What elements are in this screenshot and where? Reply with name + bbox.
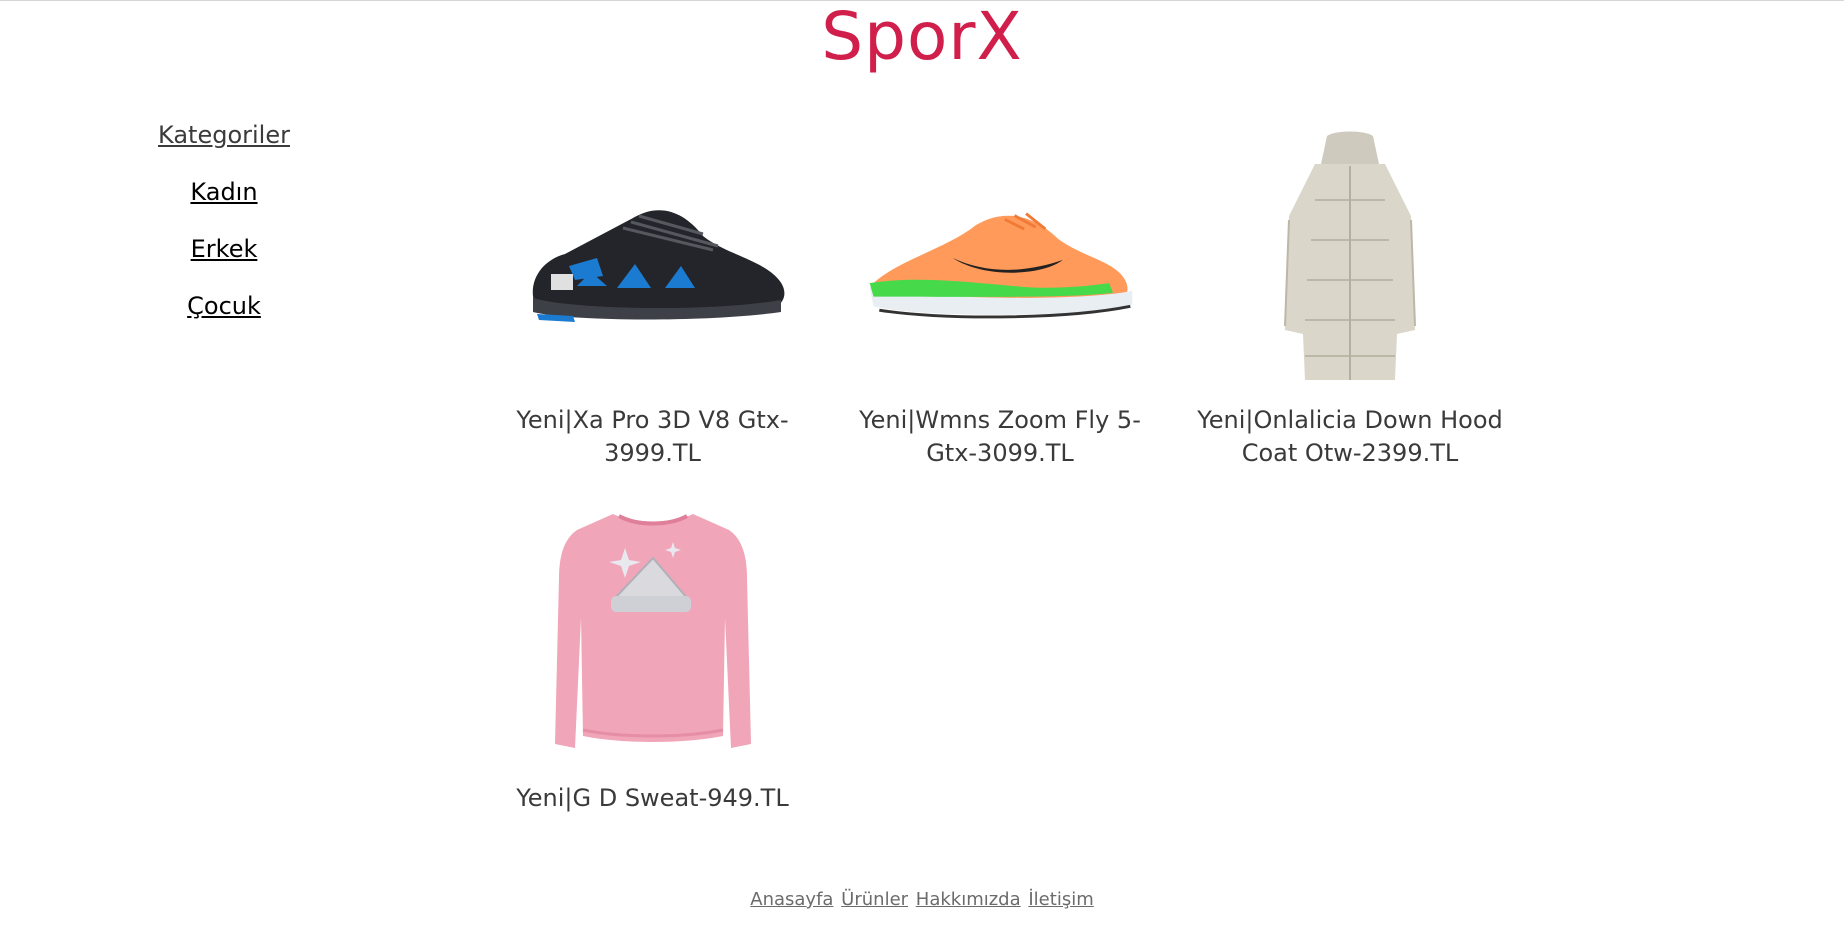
product-card[interactable]: Yeni|Onlalicia Down Hood Coat Otw-2399.T…	[1190, 130, 1510, 470]
product-caption[interactable]: Yeni|Wmns Zoom Fly 5- Gtx-3099.TL	[840, 404, 1160, 470]
puffer-coat-icon	[1284, 131, 1416, 380]
footer-link-hakkimizda[interactable]: Hakkımızda	[916, 889, 1021, 910]
footer-nav: Anasayfa Ürünler Hakkımızda İletişim	[0, 888, 1844, 912]
categories-heading[interactable]: Kategoriler	[124, 120, 324, 150]
product-caption[interactable]: Yeni|Xa Pro 3D V8 Gtx-3999.TL	[500, 404, 805, 470]
footer-link-anasayfa[interactable]: Anasayfa	[750, 889, 833, 910]
category-link-kadin[interactable]: Kadın	[124, 177, 324, 207]
product-card[interactable]: Yeni|G D Sweat-949.TL	[500, 508, 805, 815]
category-sidebar: Kategoriler Kadın Erkek Çocuk	[124, 120, 324, 348]
site-logo[interactable]: SporX	[0, 0, 1844, 74]
category-link-cocuk[interactable]: Çocuk	[124, 291, 324, 321]
product-image-beige-puffer-coat[interactable]	[1210, 130, 1490, 386]
product-caption[interactable]: Yeni|Onlalicia Down Hood Coat Otw-2399.T…	[1190, 404, 1510, 470]
product-card[interactable]: Yeni|Wmns Zoom Fly 5- Gtx-3099.TL	[840, 130, 1160, 470]
product-card[interactable]: Yeni|Xa Pro 3D V8 Gtx-3999.TL	[500, 130, 805, 470]
sweatshirt-icon	[554, 514, 751, 748]
product-caption[interactable]: Yeni|G D Sweat-949.TL	[500, 782, 805, 815]
product-image-orange-running-shoe[interactable]	[860, 130, 1140, 386]
product-image-pink-sweatshirt[interactable]	[513, 508, 793, 764]
footer-link-urunler[interactable]: Ürünler	[841, 889, 908, 910]
footer-link-iletisim[interactable]: İletişim	[1028, 889, 1093, 910]
trail-shoe-icon	[532, 210, 784, 322]
product-image-black-trail-shoe[interactable]	[513, 130, 793, 386]
running-shoe-icon	[869, 212, 1133, 319]
category-link-erkek[interactable]: Erkek	[124, 234, 324, 264]
